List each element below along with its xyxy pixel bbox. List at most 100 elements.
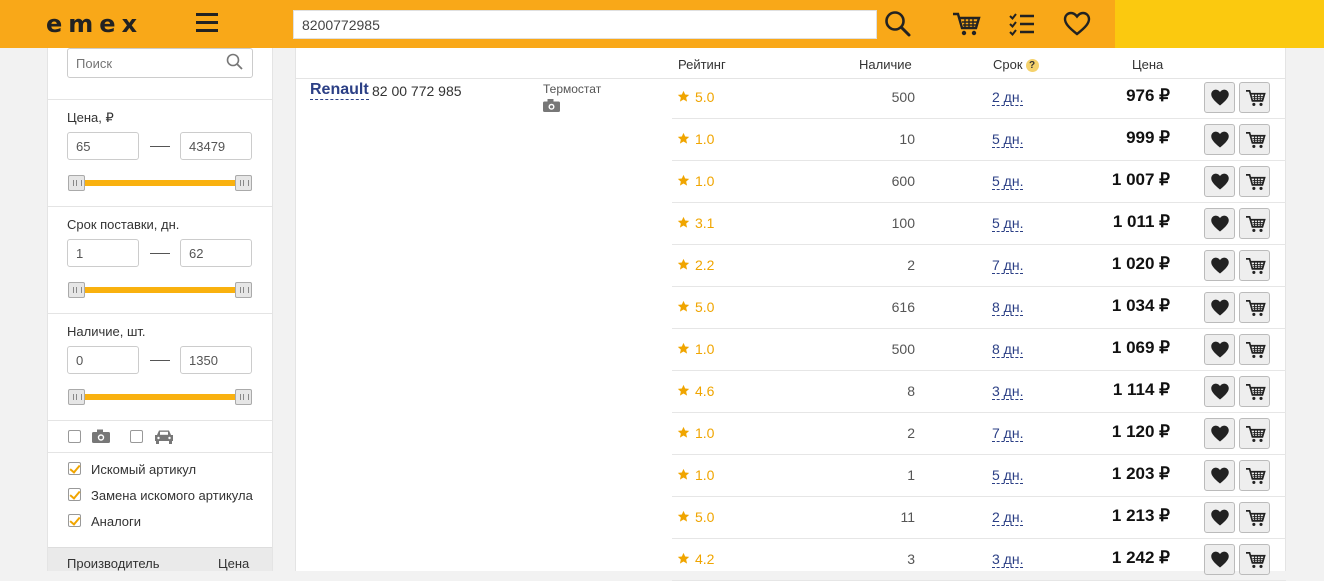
offer-row: 1.0 2 7 дн. 1 120 ₽: [672, 413, 1286, 455]
add-to-favorites-button[interactable]: [1204, 292, 1235, 323]
price-column-label[interactable]: Цена: [218, 556, 249, 571]
add-to-cart-button[interactable]: [1239, 334, 1270, 365]
star-icon: [677, 384, 690, 397]
add-to-favorites-button[interactable]: [1204, 82, 1235, 113]
price-slider-min-handle[interactable]: [68, 175, 85, 191]
rating: 5.0: [677, 299, 714, 315]
star-icon: [677, 552, 690, 565]
stock-slider-track[interactable]: [76, 394, 246, 400]
stock-slider-max-handle[interactable]: [235, 389, 252, 405]
divider: [48, 452, 272, 453]
rating-value: 5.0: [695, 509, 715, 525]
add-to-cart-button[interactable]: [1239, 250, 1270, 281]
header-rating: Рейтинг: [678, 57, 726, 72]
offer-row: 5.0 500 2 дн. 976 ₽: [672, 77, 1286, 119]
add-to-cart-button[interactable]: [1239, 82, 1270, 113]
header-user-area[interactable]: [1115, 0, 1324, 48]
brand-link[interactable]: Renault: [310, 81, 369, 100]
menu-icon[interactable]: [196, 13, 218, 33]
add-to-favorites-button[interactable]: [1204, 208, 1235, 239]
add-to-favorites-button[interactable]: [1204, 124, 1235, 155]
stock-max-input[interactable]: [180, 346, 252, 374]
add-to-favorites-button[interactable]: [1204, 544, 1235, 575]
term-max-input[interactable]: [180, 239, 252, 267]
offer-row: 5.0 11 2 дн. 1 213 ₽: [672, 497, 1286, 539]
price-value: 1 203 ₽: [1111, 464, 1170, 483]
add-to-favorites-button[interactable]: [1204, 460, 1235, 491]
filter-search-icon[interactable]: [226, 53, 244, 71]
term-link[interactable]: 8 дн.: [992, 342, 1024, 358]
term-link[interactable]: 8 дн.: [992, 300, 1024, 316]
add-to-cart-button[interactable]: [1239, 418, 1270, 449]
sidebar-footer-header: Производитель Цена: [48, 547, 272, 571]
stock-min-input[interactable]: [67, 346, 139, 374]
add-to-cart-button[interactable]: [1239, 460, 1270, 491]
term-link[interactable]: 2 дн.: [992, 90, 1024, 106]
stock-value: 2: [907, 257, 915, 273]
add-to-cart-button[interactable]: [1239, 292, 1270, 323]
check-analogs[interactable]: [68, 514, 81, 527]
price-slider-max-handle[interactable]: [235, 175, 252, 191]
car-filter-checkbox[interactable]: [130, 430, 143, 443]
term-link[interactable]: 2 дн.: [992, 510, 1024, 526]
emex-logo[interactable]: emex: [46, 12, 143, 36]
check-label-analogs: Аналоги: [91, 514, 142, 529]
add-to-favorites-button[interactable]: [1204, 166, 1235, 197]
term-link[interactable]: 5 дн.: [992, 174, 1024, 190]
term-slider-min-handle[interactable]: [68, 282, 85, 298]
check-replacement-article[interactable]: [68, 488, 81, 501]
term-link[interactable]: 5 дн.: [992, 468, 1024, 484]
header-term: Срок?: [993, 57, 1039, 72]
add-to-cart-button[interactable]: [1239, 124, 1270, 155]
results-panel: Рейтинг Наличие Срок? Цена Renault 82 00…: [295, 48, 1286, 581]
term-link[interactable]: 3 дн.: [992, 384, 1024, 400]
offer-row: 1.0 500 8 дн. 1 069 ₽: [672, 329, 1286, 371]
checklist-icon[interactable]: [1008, 10, 1038, 38]
price-max-input[interactable]: [180, 132, 252, 160]
add-to-favorites-button[interactable]: [1204, 502, 1235, 533]
price-value: 999 ₽: [1126, 128, 1170, 147]
manufacturer-column-label[interactable]: Производитель: [67, 556, 160, 571]
stock-slider-min-handle[interactable]: [68, 389, 85, 405]
star-icon: [677, 468, 690, 481]
photo-filter-checkbox[interactable]: [68, 430, 81, 443]
term-min-input[interactable]: [67, 239, 139, 267]
header-price: Цена: [1132, 57, 1164, 72]
check-exact-article[interactable]: [68, 462, 81, 475]
favorites-icon[interactable]: [1063, 10, 1093, 38]
add-to-favorites-button[interactable]: [1204, 376, 1235, 407]
search-icon[interactable]: [884, 10, 914, 38]
add-to-cart-button[interactable]: [1239, 166, 1270, 197]
photo-icon[interactable]: [543, 99, 560, 112]
add-to-cart-button[interactable]: [1239, 376, 1270, 407]
term-link[interactable]: 5 дн.: [992, 132, 1024, 148]
term-link[interactable]: 3 дн.: [992, 552, 1024, 568]
offer-row: 2.2 2 7 дн. 1 020 ₽: [672, 245, 1286, 287]
star-icon: [677, 132, 690, 145]
star-icon: [677, 510, 690, 523]
price-min-input[interactable]: [67, 132, 139, 160]
offer-row: 4.6 8 3 дн. 1 114 ₽: [672, 371, 1286, 413]
search-input[interactable]: [293, 10, 877, 39]
price-slider-track[interactable]: [76, 180, 246, 186]
cart-icon[interactable]: [952, 10, 982, 38]
term-slider-max-handle[interactable]: [235, 282, 252, 298]
add-to-cart-button[interactable]: [1239, 502, 1270, 533]
term-link[interactable]: 5 дн.: [992, 216, 1024, 232]
add-to-cart-button[interactable]: [1239, 208, 1270, 239]
star-icon: [677, 216, 690, 229]
term-link[interactable]: 7 дн.: [992, 258, 1024, 274]
term-help-icon[interactable]: ?: [1025, 59, 1039, 72]
term-link[interactable]: 7 дн.: [992, 426, 1024, 442]
add-to-favorites-button[interactable]: [1204, 250, 1235, 281]
add-to-favorites-button[interactable]: [1204, 418, 1235, 449]
term-slider-track[interactable]: [76, 287, 246, 293]
check-label-exact-article: Искомый артикул: [91, 462, 197, 477]
add-to-favorites-button[interactable]: [1204, 334, 1235, 365]
price-value: 1 069 ₽: [1111, 338, 1170, 357]
stock-value: 11: [900, 509, 915, 525]
rating: 4.2: [677, 551, 714, 567]
add-to-cart-button[interactable]: [1239, 544, 1270, 575]
rating: 5.0: [677, 509, 714, 525]
rating-value: 1.0: [695, 467, 715, 483]
